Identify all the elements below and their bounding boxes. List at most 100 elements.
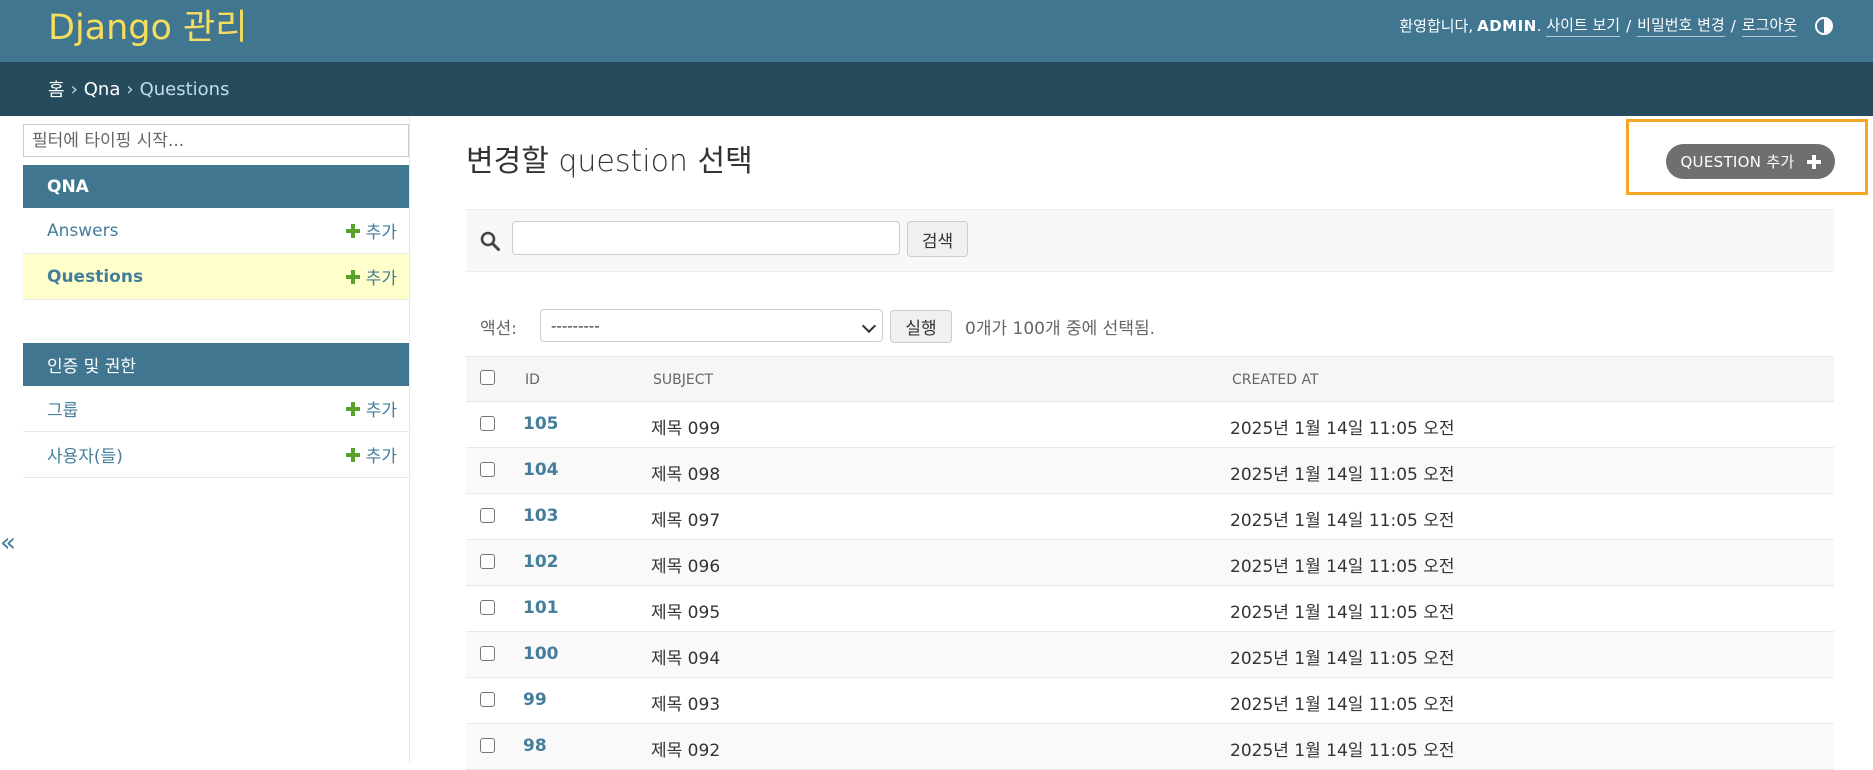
row-id-link[interactable]: 99: [523, 690, 547, 710]
search-input[interactable]: [512, 221, 900, 255]
add-label: 추가: [365, 447, 397, 467]
row-created-at: 2025년 1월 14일 11:05 오전: [1230, 695, 1455, 715]
row-created-at: 2025년 1월 14일 11:05 오전: [1230, 557, 1455, 577]
row-id-link[interactable]: 101: [523, 598, 559, 618]
add-user-link[interactable]: 추가: [345, 442, 397, 467]
separator: /: [1730, 16, 1736, 35]
row-id-link[interactable]: 104: [523, 460, 559, 480]
action-counter: 0개가 100개 중에 선택됨.: [965, 319, 1155, 339]
row-checkbox[interactable]: [480, 554, 495, 569]
row-id-link[interactable]: 103: [523, 506, 559, 526]
actions-bar: 액션: --------- 실행 0개가 100개 중에 선택됨.: [466, 307, 1834, 343]
add-answer-link[interactable]: 추가: [345, 218, 397, 243]
column-header-created-at[interactable]: CREATED AT: [1232, 372, 1319, 388]
toggle-sidebar-button[interactable]: «: [0, 528, 16, 558]
view-site-link[interactable]: 사이트 보기: [1546, 14, 1621, 37]
row-checkbox[interactable]: [480, 462, 495, 477]
row-id-link[interactable]: 105: [523, 414, 559, 434]
table-row: 104 제목 098 2025년 1월 14일 11:05 오전: [466, 448, 1834, 494]
breadcrumb-separator: ›: [126, 78, 134, 100]
table-row: 101 제목 095 2025년 1월 14일 11:05 오전: [466, 586, 1834, 632]
theme-toggle-icon[interactable]: [1815, 16, 1833, 35]
period: .: [1536, 16, 1542, 35]
sidebar-item-questions[interactable]: Questions 추가: [23, 254, 409, 300]
add-group-link[interactable]: 추가: [345, 396, 397, 421]
username: ADMIN: [1477, 16, 1537, 35]
table-row: 98 제목 092 2025년 1월 14일 11:05 오전: [466, 724, 1834, 770]
row-subject: 제목 098: [651, 465, 721, 485]
breadcrumb: 홈 › Qna › Questions: [0, 62, 1873, 116]
row-checkbox[interactable]: [480, 600, 495, 615]
add-label: 추가: [365, 401, 397, 421]
logout-link[interactable]: 로그아웃: [1741, 14, 1797, 37]
separator: /: [1626, 16, 1632, 35]
action-select[interactable]: ---------: [540, 309, 883, 342]
sidebar-item-answers[interactable]: Answers 추가: [23, 208, 409, 254]
add-question-button[interactable]: QUESTION 추가: [1666, 144, 1835, 179]
row-subject: 제목 094: [651, 649, 721, 669]
row-checkbox[interactable]: [480, 692, 495, 707]
table-header: ID SUBJECT CREATED AT: [466, 356, 1834, 402]
row-id-link[interactable]: 100: [523, 644, 559, 664]
row-subject: 제목 097: [651, 511, 721, 531]
table-row: 99 제목 093 2025년 1월 14일 11:05 오전: [466, 678, 1834, 724]
row-id-link[interactable]: 98: [523, 736, 547, 756]
table-body: 105 제목 099 2025년 1월 14일 11:05 오전 104 제목 …: [466, 402, 1834, 770]
run-action-button[interactable]: 실행: [890, 310, 952, 343]
plus-icon: [1806, 154, 1821, 169]
add-question-label: QUESTION 추가: [1680, 153, 1795, 171]
add-plus-icon: [345, 401, 360, 416]
model-link-users[interactable]: 사용자(들): [47, 442, 123, 467]
breadcrumb-current: Questions: [139, 78, 230, 100]
result-list-table: ID SUBJECT CREATED AT 105 제목 099 2025년 1…: [466, 356, 1834, 770]
page-title: 변경할 question 선택: [466, 144, 753, 179]
search-button[interactable]: 검색: [907, 221, 968, 257]
add-plus-icon: [345, 447, 360, 462]
app-caption-qna[interactable]: QNA: [23, 165, 409, 208]
select-all-checkbox[interactable]: [480, 370, 495, 385]
model-link-groups[interactable]: 그룹: [47, 396, 78, 421]
search-icon: [480, 231, 500, 251]
search-toolbar: 검색: [466, 209, 1834, 272]
table-row: 105 제목 099 2025년 1월 14일 11:05 오전: [466, 402, 1834, 448]
model-link-questions[interactable]: Questions: [47, 267, 143, 287]
row-created-at: 2025년 1월 14일 11:05 오전: [1230, 511, 1455, 531]
add-plus-icon: [345, 223, 360, 238]
column-header-subject[interactable]: SUBJECT: [653, 372, 713, 388]
add-plus-icon: [345, 269, 360, 284]
row-created-at: 2025년 1월 14일 11:05 오전: [1230, 649, 1455, 669]
model-link-answers[interactable]: Answers: [47, 221, 118, 241]
chevron-down-icon: [861, 318, 877, 334]
user-tools: 환영합니다, ADMIN . 사이트 보기 / 비밀번호 변경 / 로그아웃: [1399, 14, 1833, 37]
breadcrumb-home-link[interactable]: 홈: [48, 76, 65, 102]
row-checkbox[interactable]: [480, 738, 495, 753]
row-created-at: 2025년 1월 14일 11:05 오전: [1230, 419, 1455, 439]
row-subject: 제목 099: [651, 419, 721, 439]
nav-filter-input[interactable]: [23, 124, 409, 157]
app-caption-auth[interactable]: 인증 및 권한: [23, 343, 409, 386]
add-question-link[interactable]: 추가: [345, 264, 397, 289]
app-module-auth: 인증 및 권한 그룹 추가 사용자(들) 추가: [23, 343, 409, 478]
action-select-value: ---------: [551, 317, 600, 335]
table-row: 102 제목 096 2025년 1월 14일 11:05 오전: [466, 540, 1834, 586]
breadcrumb-app-link[interactable]: Qna: [84, 79, 121, 100]
add-label: 추가: [365, 223, 397, 243]
sidebar-item-groups[interactable]: 그룹 추가: [23, 386, 409, 432]
row-subject: 제목 092: [651, 741, 721, 761]
row-id-link[interactable]: 102: [523, 552, 559, 572]
row-subject: 제목 096: [651, 557, 721, 577]
row-checkbox[interactable]: [480, 508, 495, 523]
row-created-at: 2025년 1월 14일 11:05 오전: [1230, 603, 1455, 623]
add-button-highlight: QUESTION 추가: [1626, 119, 1868, 195]
row-subject: 제목 093: [651, 695, 721, 715]
app-module-qna: QNA Answers 추가 Questions 추가: [23, 165, 409, 300]
breadcrumb-separator: ›: [70, 78, 78, 100]
row-checkbox[interactable]: [480, 416, 495, 431]
column-header-id[interactable]: ID: [525, 372, 540, 388]
change-password-link[interactable]: 비밀번호 변경: [1637, 14, 1725, 37]
row-checkbox[interactable]: [480, 646, 495, 661]
sidebar-item-users[interactable]: 사용자(들) 추가: [23, 432, 409, 478]
row-created-at: 2025년 1월 14일 11:05 오전: [1230, 741, 1455, 761]
site-branding[interactable]: Django 관리: [48, 6, 247, 50]
nav-sidebar: QNA Answers 추가 Questions 추가 인증 및 권한 그룹 추…: [23, 116, 410, 762]
